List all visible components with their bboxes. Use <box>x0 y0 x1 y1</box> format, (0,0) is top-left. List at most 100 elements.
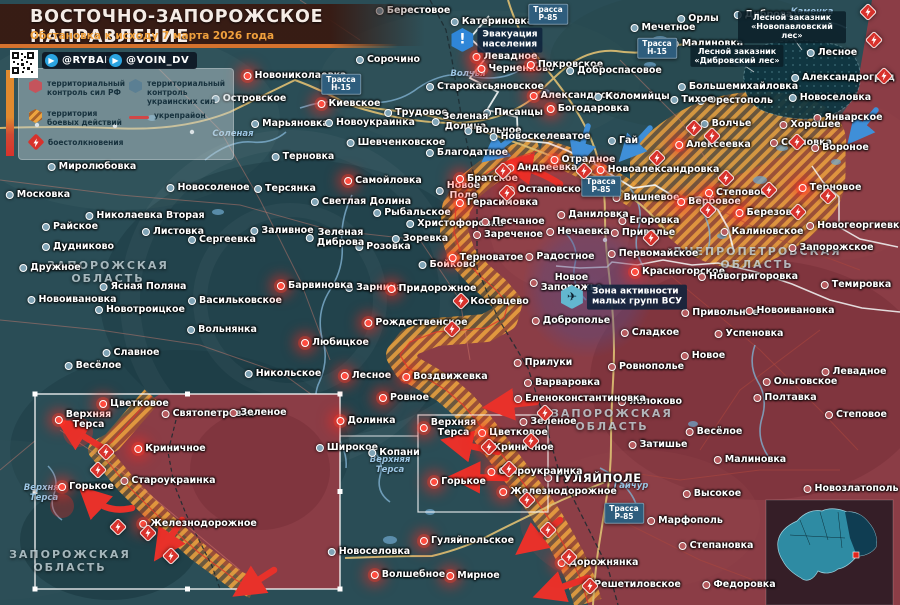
title-banner: ВОСТОЧНО-ЗАПОРОЖСКОЕ НАПРАВЛЕНИЕ Обстано… <box>0 4 430 46</box>
city-label: Горькое <box>430 477 486 487</box>
city-label: Песчаное <box>481 217 545 227</box>
city-label: Дудниково <box>42 242 114 252</box>
city-label: Горькое <box>58 482 114 492</box>
city-pin-icon <box>806 222 814 230</box>
city-label: Затишье <box>629 440 688 450</box>
city-pin-icon <box>499 488 507 496</box>
forest-reserve-label: Лесной заказник «Новопавловский лес» <box>738 11 846 43</box>
city-pin-icon <box>770 139 778 147</box>
city-pin-icon <box>426 149 434 157</box>
page-subtitle: Обстановка к исходу 7 марта 2026 года <box>30 30 274 42</box>
legend-item-ua-control: территориальный контроль украинских сил <box>129 79 233 106</box>
city-pin-icon <box>103 349 111 357</box>
city-pin-icon <box>426 83 434 91</box>
city-label: Николаевка Вторая <box>85 211 204 221</box>
forest-reserve-label: Лесной заказник «Дибровский лес» <box>690 45 783 67</box>
clash-icon <box>865 31 883 49</box>
banner-accent-strip <box>0 44 400 48</box>
city-pin-icon <box>301 339 309 347</box>
fortified-line-icon <box>129 116 149 119</box>
city-pin-icon <box>254 185 262 193</box>
city-pin-icon <box>473 231 481 239</box>
city-pin-icon <box>371 571 379 579</box>
city-pin-icon <box>763 378 771 386</box>
city-pin-icon <box>162 410 170 418</box>
rf-control-hex-icon <box>29 79 42 93</box>
city-label: Новоселовка <box>789 93 871 103</box>
road-badge: Трасса Р-85 <box>604 503 644 524</box>
city-pin-icon <box>245 370 253 378</box>
city-label: Зеленая Диброва <box>306 228 365 248</box>
city-pin-icon <box>618 217 626 225</box>
telegram-badge-voin-dv[interactable]: ▶ @VOIN_DV <box>106 52 197 69</box>
city-label: Благодатное <box>426 148 508 158</box>
city-label: Криничное <box>134 444 206 454</box>
city-label: Богодаровка <box>547 104 630 114</box>
city-label: Остаповское <box>507 185 588 195</box>
city-label: Цветковое <box>99 399 169 409</box>
city-label: Московка <box>6 190 70 200</box>
city-pin-icon <box>547 105 555 113</box>
city-pin-icon <box>341 372 349 380</box>
city-label: Варваровка <box>524 378 600 388</box>
city-label: Сорочино <box>356 55 420 65</box>
clash-icon <box>789 203 807 221</box>
city-pin-icon <box>347 139 355 147</box>
city-label: Волшебное <box>371 570 445 580</box>
city-pin-icon <box>679 542 687 550</box>
city-pin-icon <box>318 100 326 108</box>
city-pin-icon <box>527 61 535 69</box>
clash-icon <box>539 521 557 539</box>
clash-icon <box>109 518 127 536</box>
city-label: Зоревка <box>392 234 448 244</box>
city-pin-icon <box>432 118 440 126</box>
city-pin-icon <box>328 548 336 556</box>
city-label: Васильковское <box>188 296 282 306</box>
city-pin-icon <box>142 228 150 236</box>
city-label: Мирное <box>446 571 499 581</box>
city-label: Сергеевка <box>188 235 256 245</box>
city-label: Новосоленое <box>166 183 249 193</box>
city-pin-icon <box>825 411 833 419</box>
city-pin-icon <box>789 94 797 102</box>
city-label: Железнодорожное <box>499 487 617 497</box>
city-pin-icon <box>336 417 344 425</box>
city-pin-icon <box>714 456 722 464</box>
city-label: Весёлое <box>686 427 743 437</box>
city-label: Левадное <box>822 367 887 377</box>
city-pin-icon <box>473 53 481 61</box>
city-pin-icon <box>681 309 689 317</box>
city-label: Лесное <box>341 371 392 381</box>
city-label: Ровное <box>379 393 429 403</box>
city-label: Ясная Поляна <box>100 282 187 292</box>
city-label: Долинка <box>336 416 395 426</box>
city-pin-icon <box>277 282 285 290</box>
city-pin-icon <box>388 285 396 293</box>
qr-code <box>10 50 38 78</box>
city-pin-icon <box>65 362 73 370</box>
city-pin-icon <box>702 581 710 589</box>
city-label: Марфополь <box>647 516 723 526</box>
city-pin-icon <box>402 373 410 381</box>
city-pin-icon <box>420 537 428 545</box>
city-label: Старокасьяновское <box>426 82 544 92</box>
road-badge: Трасса Н-15 <box>321 74 361 95</box>
city-pin-icon <box>519 418 527 426</box>
city-label: Зареченое <box>473 230 543 240</box>
city-label: Староукраинка <box>120 476 215 486</box>
city-label: Рыбальское <box>373 208 451 218</box>
city-label: Новоивановка <box>27 295 116 305</box>
city-label: Косовцево <box>459 297 528 307</box>
legend-item-combat-zone: территория боевых действий <box>29 109 122 127</box>
city-label: Новогригоровка <box>698 272 798 282</box>
city-label: Степановка <box>679 541 754 551</box>
city-label: Любицкое <box>301 338 369 348</box>
qr-pattern <box>11 51 35 75</box>
city-pin-icon <box>456 199 464 207</box>
city-label: Зеленое <box>229 408 286 418</box>
city-pin-icon <box>807 49 815 57</box>
city-label: Степовое <box>705 188 767 198</box>
legend-item-fortified: укрепрайон <box>129 111 206 120</box>
city-label: Успеновка <box>715 329 784 339</box>
city-pin-icon <box>631 268 639 276</box>
